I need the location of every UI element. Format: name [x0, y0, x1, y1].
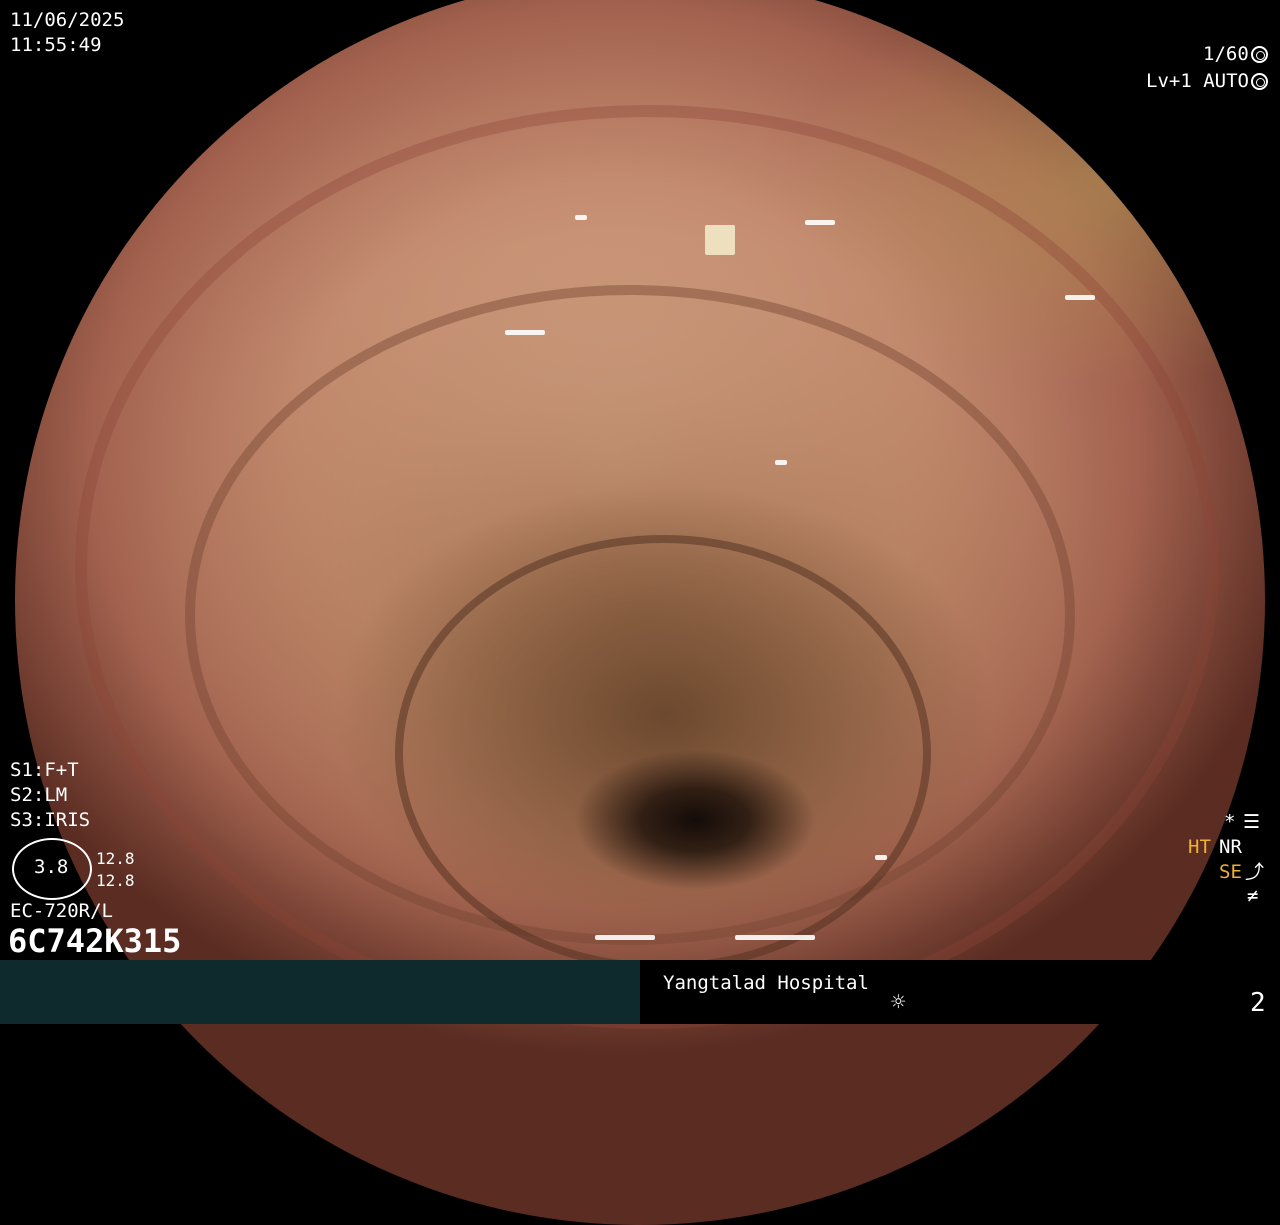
specular-highlight	[705, 225, 735, 255]
ht-label: HT	[1188, 836, 1211, 858]
mucosal-fold-inner	[395, 535, 931, 971]
neq-label: ≠	[1247, 885, 1259, 907]
scope-model: EC-720R/L	[10, 900, 113, 922]
specular-highlight	[775, 460, 787, 465]
iris-mode-label: AUTO	[1203, 70, 1249, 92]
hospital-label: Yangtalad Hospital	[663, 972, 869, 994]
gauge-value: 3.8	[34, 856, 69, 878]
specular-highlight	[575, 215, 587, 220]
specular-highlight	[1065, 295, 1095, 300]
level-label: Lv+1	[1146, 70, 1192, 92]
date-label: 11/06/2025	[10, 9, 125, 31]
specular-highlight	[735, 935, 815, 940]
curve-icon: ⤴	[1245, 861, 1265, 883]
nr-label: NR	[1219, 836, 1242, 858]
iris-icon	[1250, 73, 1268, 90]
sun-icon: ☼	[891, 988, 906, 1016]
endoscopic-view	[15, 0, 1265, 1225]
time-label: 11:55:49	[10, 34, 102, 56]
s2-label: S2:LM	[10, 784, 68, 806]
specular-highlight	[595, 935, 655, 940]
settings-icon: ☰	[1243, 811, 1261, 833]
s3-label: S3:IRIS	[10, 809, 91, 831]
scope-serial: 6C742K315	[8, 922, 182, 960]
shutter-label: 1/60	[1203, 43, 1249, 65]
level-row: Lv+1 AUTO	[1146, 69, 1268, 93]
asterisk-label: *	[1224, 811, 1236, 833]
page-number: 2	[1250, 988, 1266, 1018]
se-label: SE	[1219, 861, 1242, 883]
shutter-row: 1/60	[1203, 42, 1268, 66]
shutter-icon	[1250, 46, 1268, 63]
specular-highlight	[875, 855, 887, 860]
specular-highlight	[505, 330, 545, 335]
s1-label: S1:F+T	[10, 759, 79, 781]
specular-highlight	[805, 220, 835, 225]
gauge-upper: 12.8	[96, 849, 135, 868]
gauge-lower: 12.8	[96, 871, 135, 890]
